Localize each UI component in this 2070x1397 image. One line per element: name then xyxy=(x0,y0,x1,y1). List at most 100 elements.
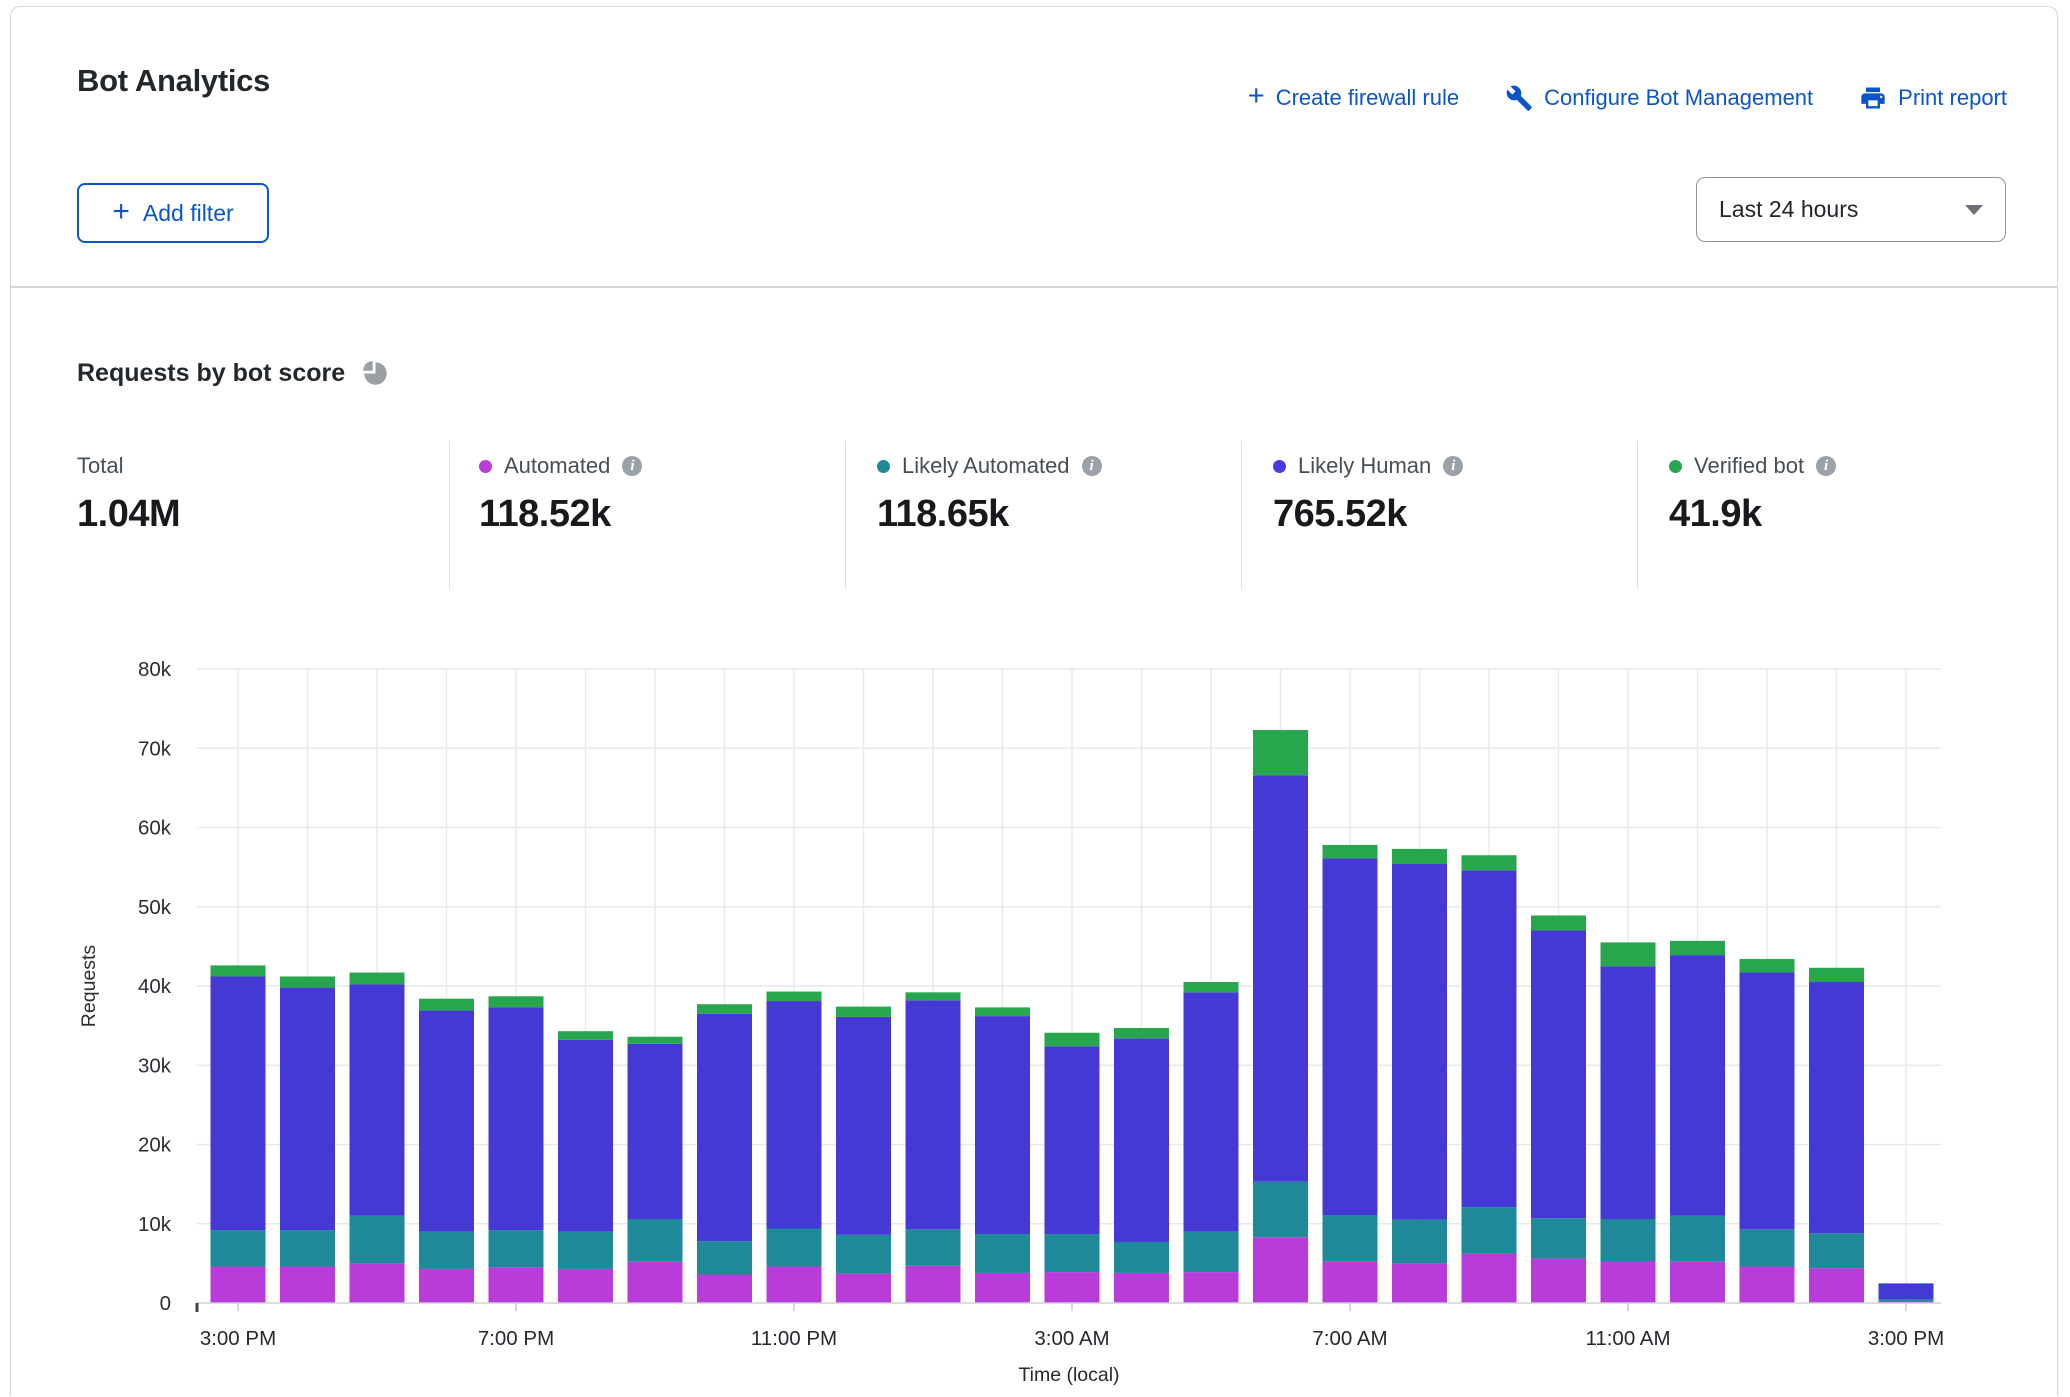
bar-segment-verified-bot[interactable] xyxy=(1879,1283,1934,1284)
bar-segment-likely-automated[interactable] xyxy=(558,1232,613,1269)
bar-segment-likely-human[interactable] xyxy=(211,976,266,1230)
bar-segment-likely-automated[interactable] xyxy=(1184,1232,1239,1272)
bar-segment-likely-automated[interactable] xyxy=(1531,1218,1586,1258)
bar-segment-automated[interactable] xyxy=(350,1263,405,1303)
bar-segment-automated[interactable] xyxy=(767,1267,822,1303)
bar-segment-verified-bot[interactable] xyxy=(1809,968,1864,982)
bar-segment-automated[interactable] xyxy=(280,1267,335,1303)
bar-segment-likely-automated[interactable] xyxy=(1045,1234,1100,1272)
bar-segment-likely-automated[interactable] xyxy=(697,1241,752,1274)
bar-segment-automated[interactable] xyxy=(1670,1262,1725,1303)
bar-segment-likely-human[interactable] xyxy=(1045,1046,1100,1234)
bar-segment-automated[interactable] xyxy=(419,1269,474,1303)
bar-segment-automated[interactable] xyxy=(1184,1272,1239,1303)
bar-segment-likely-automated[interactable] xyxy=(1392,1220,1447,1264)
bar-segment-likely-human[interactable] xyxy=(489,1007,544,1230)
bar-segment-automated[interactable] xyxy=(1531,1259,1586,1303)
bar-segment-likely-automated[interactable] xyxy=(211,1230,266,1266)
bar-segment-automated[interactable] xyxy=(836,1274,891,1303)
bar-segment-automated[interactable] xyxy=(1809,1268,1864,1303)
bar-segment-verified-bot[interactable] xyxy=(628,1037,683,1044)
bar-segment-automated[interactable] xyxy=(1323,1262,1378,1303)
bar-segment-likely-human[interactable] xyxy=(1670,955,1725,1216)
bar-segment-likely-automated[interactable] xyxy=(1670,1216,1725,1262)
bar-segment-verified-bot[interactable] xyxy=(1045,1033,1100,1046)
bar-segment-likely-human[interactable] xyxy=(1462,870,1517,1207)
bar-segment-likely-automated[interactable] xyxy=(1601,1219,1656,1261)
add-filter-button[interactable]: + Add filter xyxy=(77,183,269,243)
bar-segment-automated[interactable] xyxy=(975,1273,1030,1303)
bar-segment-verified-bot[interactable] xyxy=(419,999,474,1011)
bar-segment-automated[interactable] xyxy=(489,1267,544,1303)
bar-segment-verified-bot[interactable] xyxy=(975,1007,1030,1016)
bar-segment-likely-automated[interactable] xyxy=(1462,1207,1517,1254)
bar-segment-verified-bot[interactable] xyxy=(1601,942,1656,966)
print-report-link[interactable]: Print report xyxy=(1859,84,2007,112)
bar-segment-automated[interactable] xyxy=(906,1266,961,1303)
bar-segment-likely-automated[interactable] xyxy=(628,1219,683,1262)
configure-bot-management-link[interactable]: Configure Bot Management xyxy=(1505,84,1813,112)
bar-segment-likely-human[interactable] xyxy=(350,984,405,1215)
bar-segment-likely-human[interactable] xyxy=(1114,1038,1169,1242)
bar-segment-likely-human[interactable] xyxy=(628,1044,683,1219)
bar-segment-verified-bot[interactable] xyxy=(489,996,544,1007)
bar-segment-likely-automated[interactable] xyxy=(1114,1242,1169,1273)
bar-segment-automated[interactable] xyxy=(558,1269,613,1303)
bar-segment-likely-human[interactable] xyxy=(280,988,335,1231)
bar-segment-automated[interactable] xyxy=(1462,1254,1517,1303)
info-icon[interactable]: i xyxy=(622,456,642,476)
bar-segment-automated[interactable] xyxy=(1045,1272,1100,1303)
bar-segment-likely-human[interactable] xyxy=(1253,775,1308,1182)
bar-segment-likely-automated[interactable] xyxy=(280,1230,335,1266)
bar-segment-verified-bot[interactable] xyxy=(1253,730,1308,775)
bar-segment-likely-automated[interactable] xyxy=(1809,1233,1864,1268)
bar-segment-likely-human[interactable] xyxy=(1184,992,1239,1231)
bar-segment-likely-human[interactable] xyxy=(975,1016,1030,1234)
bar-segment-verified-bot[interactable] xyxy=(1392,849,1447,864)
bar-segment-verified-bot[interactable] xyxy=(1323,845,1378,858)
bar-segment-likely-human[interactable] xyxy=(1323,858,1378,1215)
bar-segment-likely-human[interactable] xyxy=(1879,1284,1934,1299)
bar-segment-likely-human[interactable] xyxy=(1809,982,1864,1233)
bar-segment-likely-automated[interactable] xyxy=(767,1229,822,1267)
bar-segment-verified-bot[interactable] xyxy=(1462,855,1517,870)
time-range-dropdown[interactable]: Last 24 hours xyxy=(1696,177,2006,242)
bar-segment-verified-bot[interactable] xyxy=(211,965,266,976)
bar-segment-likely-human[interactable] xyxy=(767,1001,822,1228)
bar-segment-likely-automated[interactable] xyxy=(350,1216,405,1264)
bar-segment-automated[interactable] xyxy=(1114,1273,1169,1303)
bar-segment-likely-automated[interactable] xyxy=(419,1232,474,1269)
bar-segment-likely-automated[interactable] xyxy=(1323,1215,1378,1262)
bar-segment-automated[interactable] xyxy=(697,1274,752,1303)
bar-segment-likely-human[interactable] xyxy=(1531,931,1586,1219)
bar-segment-verified-bot[interactable] xyxy=(280,976,335,987)
bar-segment-likely-human[interactable] xyxy=(1740,973,1795,1230)
bar-segment-automated[interactable] xyxy=(1740,1267,1795,1303)
bar-segment-likely-human[interactable] xyxy=(697,1014,752,1241)
bar-segment-verified-bot[interactable] xyxy=(558,1031,613,1040)
bar-segment-verified-bot[interactable] xyxy=(906,992,961,1000)
bar-segment-likely-human[interactable] xyxy=(906,1000,961,1229)
bar-segment-automated[interactable] xyxy=(1601,1261,1656,1303)
bar-segment-likely-automated[interactable] xyxy=(1253,1182,1308,1237)
bar-segment-verified-bot[interactable] xyxy=(350,973,405,985)
bar-segment-likely-human[interactable] xyxy=(836,1017,891,1235)
bar-segment-automated[interactable] xyxy=(1253,1237,1308,1303)
bar-segment-verified-bot[interactable] xyxy=(697,1004,752,1014)
bar-segment-likely-automated[interactable] xyxy=(836,1235,891,1274)
bar-segment-likely-human[interactable] xyxy=(1392,864,1447,1220)
bar-segment-likely-automated[interactable] xyxy=(1740,1229,1795,1266)
bar-segment-automated[interactable] xyxy=(211,1267,266,1303)
bar-segment-likely-human[interactable] xyxy=(1601,966,1656,1219)
bar-segment-automated[interactable] xyxy=(1392,1263,1447,1303)
bar-segment-verified-bot[interactable] xyxy=(836,1007,891,1017)
bar-segment-verified-bot[interactable] xyxy=(1531,915,1586,930)
bar-segment-likely-automated[interactable] xyxy=(975,1234,1030,1273)
bar-segment-likely-automated[interactable] xyxy=(489,1230,544,1267)
bar-segment-likely-automated[interactable] xyxy=(1879,1299,1934,1301)
bar-segment-automated[interactable] xyxy=(628,1262,683,1303)
bar-segment-verified-bot[interactable] xyxy=(1740,959,1795,972)
info-icon[interactable]: i xyxy=(1443,456,1463,476)
info-icon[interactable]: i xyxy=(1082,456,1102,476)
bar-segment-verified-bot[interactable] xyxy=(1670,941,1725,955)
